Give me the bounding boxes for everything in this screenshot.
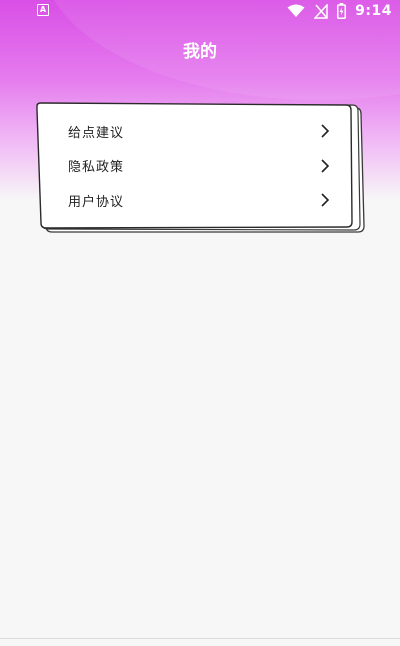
battery-charging-icon <box>337 3 347 19</box>
chevron-right-icon <box>321 159 330 173</box>
app-notification-icon: A <box>37 4 49 16</box>
chevron-right-icon <box>321 124 330 138</box>
menu-item-privacy-policy[interactable]: 隐私政策 <box>68 149 330 184</box>
no-signal-icon <box>314 3 328 19</box>
settings-menu: 给点建议 隐私政策 用户协议 <box>68 114 330 218</box>
profile-screen: A 9:14 我的 给点建议 隐私政策 用户协议 <box>0 0 400 646</box>
page-title: 我的 <box>183 42 217 62</box>
status-bar-right: 9:14 <box>287 2 392 20</box>
app-notification-letter: A <box>39 5 47 14</box>
bottom-divider <box>0 638 400 639</box>
menu-item-label: 给点建议 <box>68 125 125 141</box>
status-bar: A 9:14 <box>0 0 400 22</box>
menu-item-feedback[interactable]: 给点建议 <box>68 114 330 149</box>
menu-item-label: 用户协议 <box>68 194 125 210</box>
menu-item-user-agreement[interactable]: 用户协议 <box>68 183 330 218</box>
status-time: 9:14 <box>355 3 392 19</box>
wifi-icon <box>287 4 305 17</box>
menu-item-label: 隐私政策 <box>68 160 125 176</box>
chevron-right-icon <box>321 193 330 207</box>
menu-card: 给点建议 隐私政策 用户协议 <box>30 100 370 240</box>
